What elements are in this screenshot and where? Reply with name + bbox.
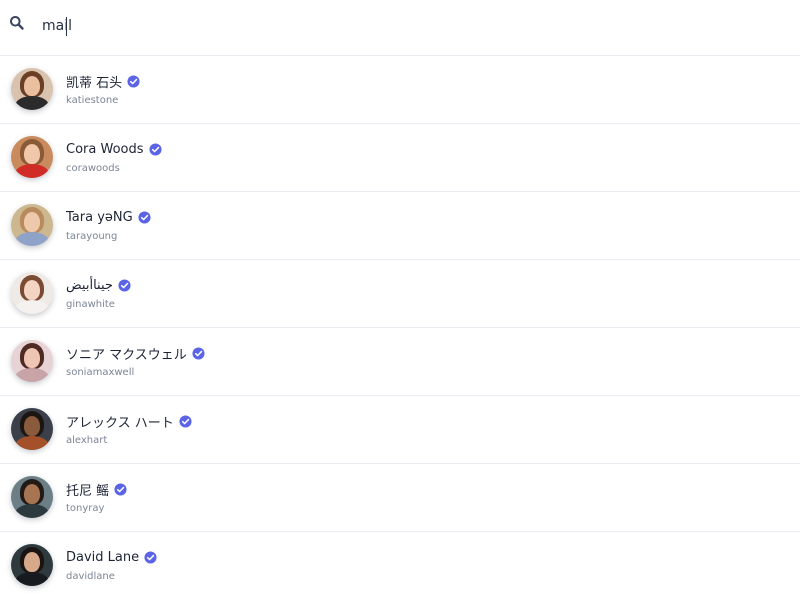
user-handle: soniamaxwell <box>66 367 135 378</box>
user-handle: tonyray <box>66 503 105 514</box>
user-name[interactable]: アレックス ハート <box>66 412 174 431</box>
user-name[interactable]: David Lane <box>66 550 139 565</box>
user-handle: alexhart <box>66 435 108 446</box>
result-row[interactable]: 凯蒂 石头 katiestone <box>0 56 800 124</box>
avatar[interactable] <box>11 408 53 450</box>
avatar[interactable] <box>11 340 53 382</box>
search-results-list: 凯蒂 石头 katiestone Cora Woods corawoods Ta… <box>0 56 800 600</box>
avatar[interactable] <box>11 476 53 518</box>
user-name[interactable]: ソニア マクスウェル <box>66 344 187 363</box>
search-input[interactable] <box>40 13 784 39</box>
user-name[interactable]: 托尼 鳐 <box>66 480 109 499</box>
user-name[interactable]: Cora Woods <box>66 142 144 157</box>
user-handle: katiestone <box>66 95 119 106</box>
result-row[interactable]: アレックス ハート alexhart <box>0 396 800 464</box>
avatar[interactable] <box>11 544 53 586</box>
result-row[interactable]: جيناأبيض ginawhite <box>0 260 800 328</box>
name-line: アレックス ハート <box>66 411 192 431</box>
verified-badge-icon <box>118 278 131 292</box>
user-handle: ginawhite <box>66 299 115 310</box>
verified-badge-icon <box>127 74 140 88</box>
name-line: 托尼 鳐 <box>66 479 127 499</box>
verified-badge-icon <box>148 142 162 156</box>
user-handle: tarayoung <box>66 231 118 242</box>
name-line: Cora Woods <box>66 139 162 159</box>
user-handle: corawoods <box>66 163 120 174</box>
search-bar <box>0 0 800 56</box>
name-line: Tara yəNG <box>66 207 151 227</box>
verified-badge-icon <box>192 346 205 360</box>
name-line: David Lane <box>66 547 157 567</box>
avatar[interactable] <box>11 204 53 246</box>
user-name[interactable]: جيناأبيض <box>66 278 113 293</box>
verified-badge-icon <box>138 210 151 224</box>
user-name[interactable]: Tara yəNG <box>66 210 133 225</box>
result-row[interactable]: Cora Woods corawoods <box>0 124 800 192</box>
name-line: جيناأبيض <box>66 275 131 295</box>
text-cursor <box>66 17 67 36</box>
verified-badge-icon <box>144 550 157 564</box>
name-line: ソニア マクスウェル <box>66 343 205 363</box>
result-row[interactable]: David Lane davidlane <box>0 532 800 599</box>
avatar[interactable] <box>11 136 53 178</box>
avatar[interactable] <box>11 272 53 314</box>
result-row[interactable]: ソニア マクスウェル soniamaxwell <box>0 328 800 396</box>
user-handle: davidlane <box>66 571 115 582</box>
verified-badge-icon <box>179 414 192 428</box>
name-line: 凯蒂 石头 <box>66 71 140 91</box>
verified-badge-icon <box>114 482 127 496</box>
user-name[interactable]: 凯蒂 石头 <box>66 72 122 91</box>
result-row[interactable]: 托尼 鳐 tonyray <box>0 464 800 532</box>
avatar[interactable] <box>11 68 53 110</box>
result-row[interactable]: Tara yəNG tarayoung <box>0 192 800 260</box>
search-icon[interactable] <box>9 15 25 31</box>
